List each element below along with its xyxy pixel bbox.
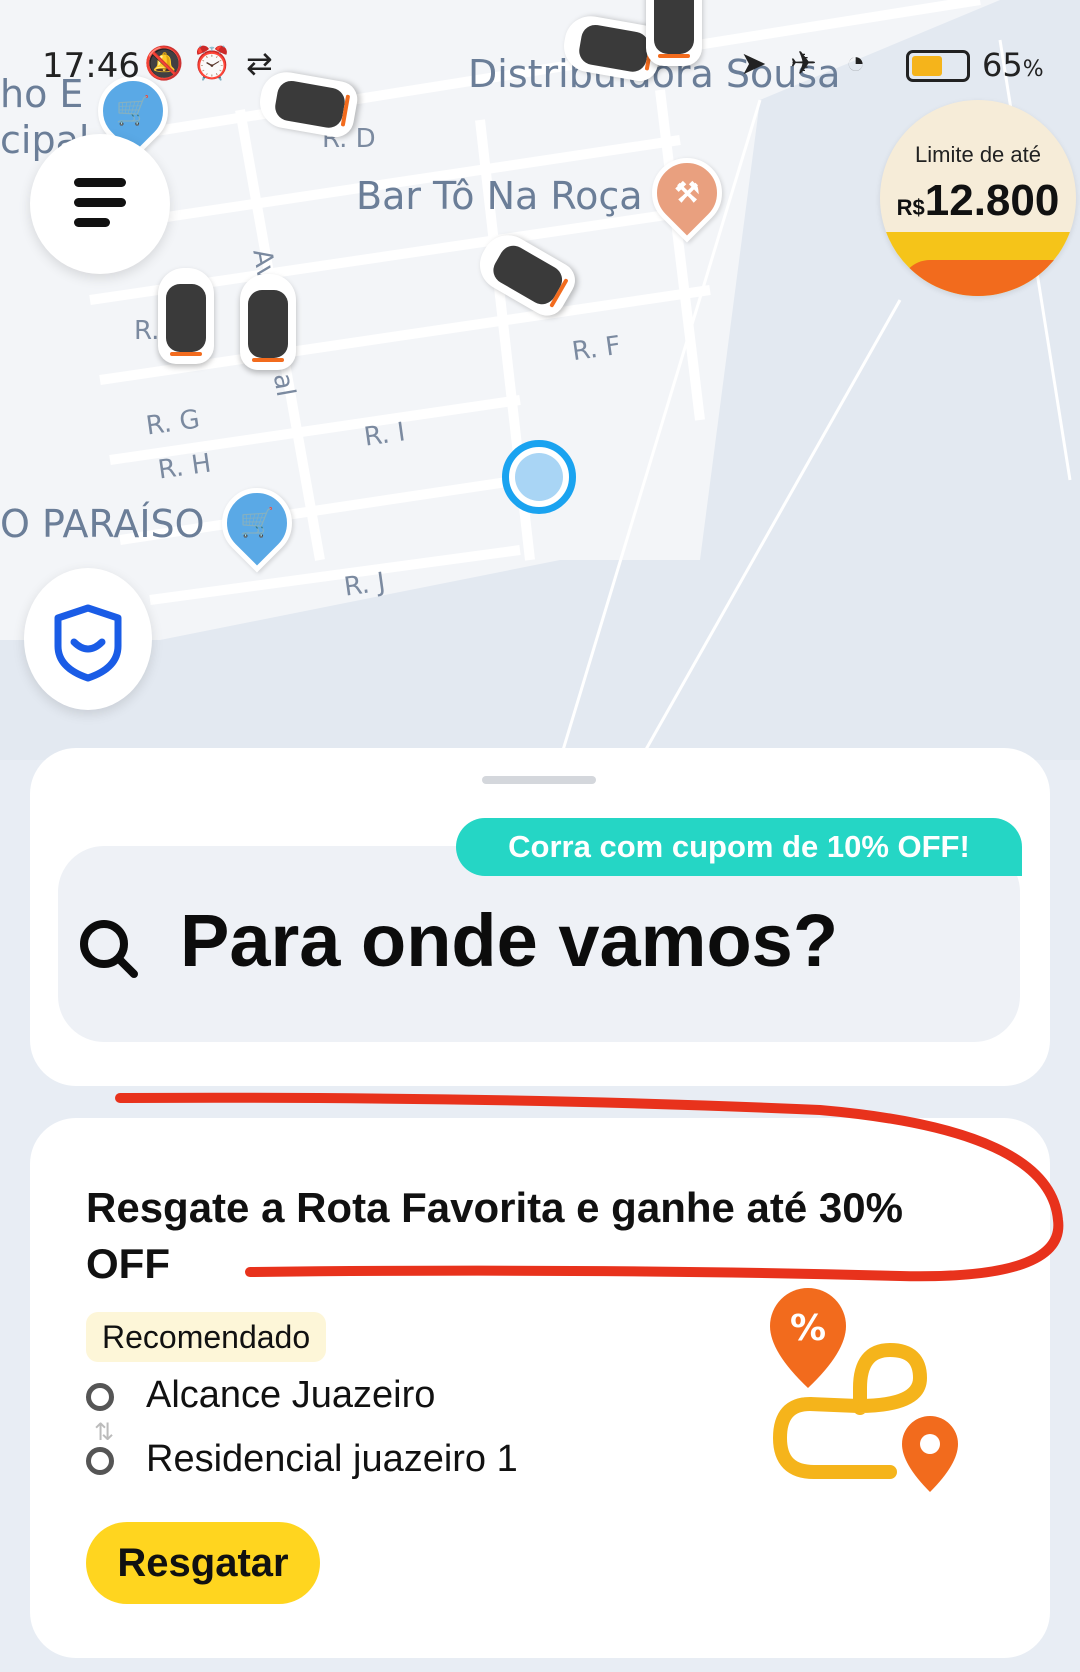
search-icon <box>80 920 138 978</box>
menu-button[interactable] <box>30 134 170 274</box>
search-placeholder[interactable]: Para onde vamos? <box>180 898 838 983</box>
limit-amount: R$12.800 <box>896 176 1060 225</box>
poi-label-paraiso: O PARAÍSO <box>0 502 205 546</box>
route-destination: Residencial juazeiro 1 <box>86 1438 518 1481</box>
battery-fill <box>912 56 942 76</box>
svg-text:%: % <box>790 1308 826 1349</box>
alarm-icon: ⏰ <box>192 45 232 81</box>
street-label: R. I <box>362 417 408 453</box>
location-arrow-icon: ➤ <box>740 45 767 81</box>
map-view[interactable]: ho E cipal Distribuidora Sousa Bar Tô Na… <box>0 0 1080 760</box>
credit-limit-badge[interactable]: Limite de até R$12.800 <box>880 100 1076 296</box>
battery-icon <box>906 50 970 82</box>
street-label: R. <box>134 316 160 346</box>
menu-icon <box>74 198 126 207</box>
menu-icon <box>74 218 110 227</box>
badge-decoration <box>900 260 1076 296</box>
sync-icon: ⇄ <box>246 45 273 81</box>
wifi-icon: ◔ <box>846 44 866 80</box>
drag-handle[interactable] <box>482 776 596 784</box>
destination-dot-icon <box>86 1446 114 1475</box>
safety-shield-button[interactable] <box>24 568 152 710</box>
bell-off-icon: 🔕 <box>144 45 184 81</box>
favorite-route-card: Resgate a Rota Favorita e ganhe até 30% … <box>30 1118 1050 1658</box>
user-location-icon <box>502 440 576 514</box>
promo-title: Resgate a Rota Favorita e ganhe até 30% … <box>86 1184 903 1287</box>
route-origin: Alcance Juazeiro <box>86 1374 435 1417</box>
car-icon <box>158 268 214 364</box>
status-time: 17:46 <box>42 46 140 86</box>
limit-label: Limite de até <box>915 142 1041 167</box>
redeem-button[interactable]: Resgatar <box>86 1522 320 1604</box>
battery-percent: 65% <box>982 46 1044 84</box>
poi-label-bar: Bar Tô Na Roça <box>356 174 643 218</box>
coupon-banner[interactable]: Corra com cupom de 10% OFF! <box>456 818 1022 876</box>
car-icon <box>240 274 296 370</box>
shield-icon <box>54 604 122 682</box>
recommended-tag: Recomendado <box>86 1312 327 1362</box>
menu-icon <box>74 178 126 187</box>
route-discount-illustration-icon: % <box>770 1288 958 1492</box>
status-bar: 17:46 🔕 ⏰ ⇄ ➤ ✈ ◔ 65% <box>0 40 1080 90</box>
street-label: R. J <box>342 567 388 603</box>
airplane-icon: ✈ <box>790 45 817 81</box>
origin-dot-icon <box>86 1382 114 1411</box>
